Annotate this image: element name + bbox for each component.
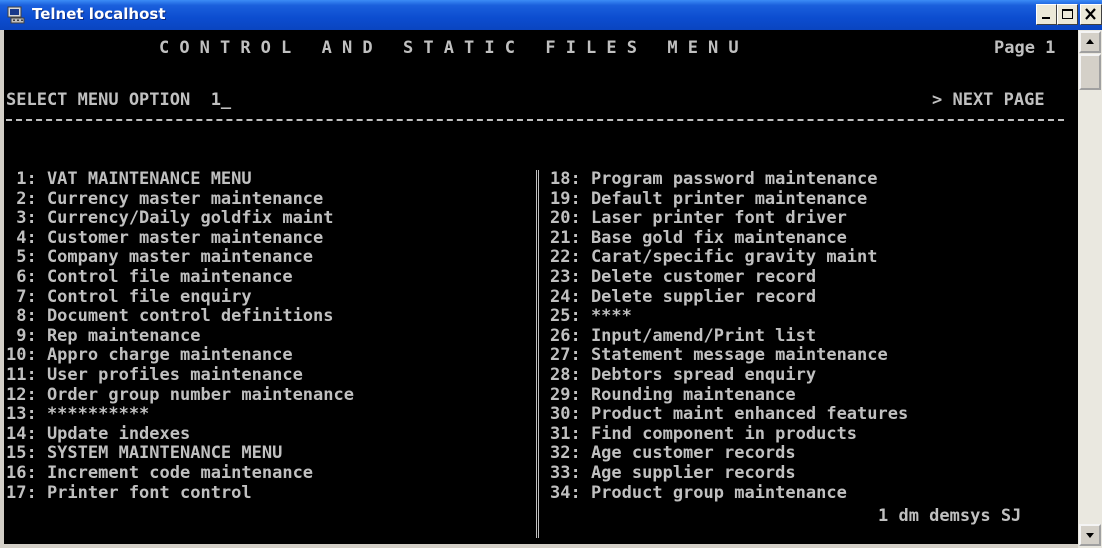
menu-item[interactable]: 9: Rep maintenance — [6, 326, 354, 347]
telnet-window: Telnet localhost CONTROL AND STATIC FILE… — [0, 0, 1102, 548]
arrow-down-icon — [1086, 533, 1094, 538]
menu-item[interactable]: 27: Statement message maintenance — [550, 346, 908, 366]
menu-item[interactable]: 10: Appro charge maintenance — [6, 346, 354, 366]
status-line: 1 dm demsys SJ — [878, 506, 1022, 526]
menu-item[interactable]: 8: Document control definitions — [6, 307, 354, 327]
close-icon — [1085, 8, 1096, 20]
menu-item[interactable]: 7: Control file enquiry — [6, 287, 354, 308]
left-menu-column: 1: VAT MAINTENANCE MENU 2: Currency mast… — [6, 169, 354, 504]
scroll-up-button[interactable] — [1079, 31, 1101, 53]
menu-heading: CONTROL AND STATIC FILES MENU — [159, 38, 749, 58]
menu-item[interactable]: 23: Delete customer record — [550, 267, 908, 288]
menu-item[interactable]: 31: Find component in products — [550, 424, 908, 445]
menu-item[interactable]: 15: SYSTEM MAINTENANCE MENU — [6, 444, 354, 464]
vertical-scrollbar[interactable] — [1078, 30, 1102, 548]
menu-item[interactable]: 5: Company master maintenance — [6, 248, 354, 268]
maximize-button[interactable] — [1057, 4, 1078, 25]
menu-item[interactable]: 22: Carat/specific gravity maint — [550, 248, 908, 268]
menu-item[interactable]: 12: Order group number maintenance — [6, 385, 354, 406]
minimize-button[interactable] — [1036, 4, 1057, 25]
title-bar[interactable]: Telnet localhost — [0, 0, 1102, 30]
menu-item[interactable]: 1: VAT MAINTENANCE MENU — [6, 169, 354, 190]
maximize-icon — [1062, 9, 1073, 19]
menu-item[interactable]: 25: **** — [550, 307, 908, 327]
menu-item[interactable]: 33: Age supplier records — [550, 463, 908, 484]
menu-item[interactable]: 32: Age customer records — [550, 444, 908, 464]
menu-item[interactable]: 2: Currency master maintenance — [6, 189, 354, 210]
next-page-label[interactable]: > NEXT PAGE — [932, 90, 1045, 110]
menu-item[interactable]: 24: Delete supplier record — [550, 287, 908, 308]
menu-item[interactable]: 13: ********** — [6, 405, 354, 425]
separator-line — [6, 119, 1064, 121]
close-button[interactable] — [1080, 4, 1102, 25]
telnet-terminal-icon[interactable] — [7, 6, 25, 24]
menu-item[interactable]: 34: Product group maintenance — [550, 483, 908, 504]
menu-item[interactable]: 21: Base gold fix maintenance — [550, 228, 908, 249]
menu-item[interactable]: 14: Update indexes — [6, 424, 354, 445]
menu-item[interactable]: 20: Laser printer font driver — [550, 209, 908, 229]
menu-item[interactable]: 11: User profiles maintenance — [6, 365, 354, 386]
menu-item[interactable]: 26: Input/amend/Print list — [550, 326, 908, 347]
menu-item[interactable]: 3: Currency/Daily goldfix maint — [6, 209, 354, 229]
minimize-icon — [1042, 17, 1050, 19]
page-indicator: Page 1 — [994, 38, 1056, 58]
menu-item[interactable]: 30: Product maint enhanced features — [550, 405, 908, 425]
scroll-thumb[interactable] — [1079, 54, 1101, 90]
menu-item[interactable]: 16: Increment code maintenance — [6, 463, 354, 484]
menu-item[interactable]: 28: Debtors spread enquiry — [550, 365, 908, 386]
menu-item[interactable]: 4: Customer master maintenance — [6, 228, 354, 249]
menu-item[interactable]: 6: Control file maintenance — [6, 267, 354, 288]
column-divider — [536, 170, 542, 538]
menu-item[interactable]: 29: Rounding maintenance — [550, 385, 908, 406]
window-title: Telnet localhost — [32, 5, 166, 23]
right-menu-column: 18: Program password maintenance 19: Def… — [550, 169, 908, 504]
menu-item[interactable]: 19: Default printer maintenance — [550, 189, 908, 210]
menu-item[interactable]: 18: Program password maintenance — [550, 169, 908, 190]
menu-item[interactable]: 17: Printer font control — [6, 483, 354, 504]
arrow-up-icon — [1086, 39, 1094, 44]
menu-option-prompt[interactable]: SELECT MENU OPTION 1_ — [6, 90, 231, 110]
terminal-screen[interactable]: CONTROL AND STATIC FILES MENU Page 1 SEL… — [4, 30, 1078, 544]
scroll-down-button[interactable] — [1079, 524, 1101, 546]
